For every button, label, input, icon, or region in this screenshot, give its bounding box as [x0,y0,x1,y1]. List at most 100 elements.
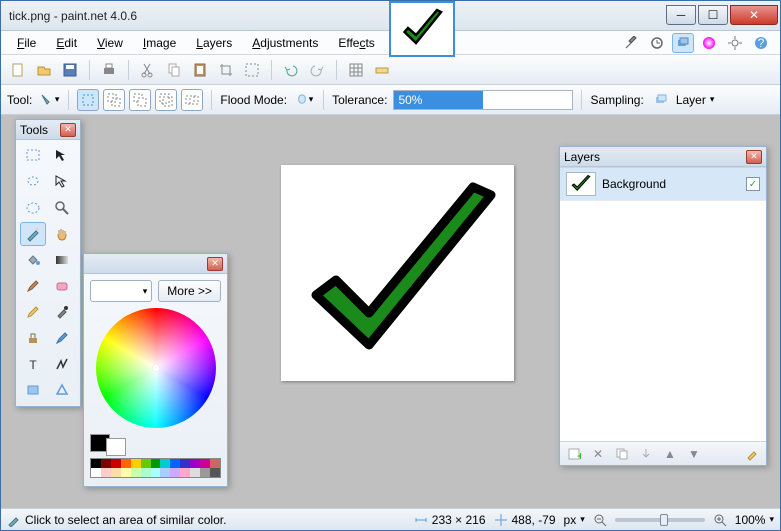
tools-window-toggle[interactable] [620,33,642,53]
tool-shape[interactable] [49,378,75,402]
palette-swatch[interactable] [111,468,121,477]
palette-swatch[interactable] [141,459,151,468]
open-button[interactable] [33,59,55,81]
document-thumbnail[interactable] [389,1,455,57]
crop-button[interactable] [215,59,237,81]
zoom-out-button[interactable] [593,513,607,527]
close-button[interactable]: ✕ [730,5,778,25]
selection-subtract[interactable] [129,89,151,111]
tool-pan[interactable] [49,222,75,246]
tool-gradient[interactable] [49,248,75,272]
selection-replace[interactable] [77,89,99,111]
tolerance-slider[interactable]: 50% [393,90,573,110]
palette-swatch[interactable] [180,459,190,468]
tool-recolor[interactable] [49,326,75,350]
palette-swatch[interactable] [131,468,141,477]
layers-panel[interactable]: Layers✕ Background ✓ + ✕ ▲ ▼ [559,146,767,466]
cut-button[interactable] [137,59,159,81]
tool-rect[interactable] [20,378,46,402]
layer-properties-button[interactable] [742,445,762,463]
menu-adjustments[interactable]: Adjustments [242,34,328,52]
tool-zoom[interactable] [49,196,75,220]
colors-window-toggle[interactable] [698,33,720,53]
selection-xor[interactable] [181,89,203,111]
ruler-button[interactable] [371,59,393,81]
palette-swatch[interactable] [210,459,220,468]
redo-button[interactable] [306,59,328,81]
palette-swatch[interactable] [101,468,111,477]
layers-panel-close[interactable]: ✕ [746,150,762,164]
paste-button[interactable] [189,59,211,81]
palette-swatch[interactable] [160,459,170,468]
copy-button[interactable] [163,59,185,81]
sampling-dropdown[interactable]: ▾ [710,94,715,105]
palette-swatch[interactable] [200,459,210,468]
undo-button[interactable] [280,59,302,81]
grid-button[interactable] [345,59,367,81]
history-window-toggle[interactable] [646,33,668,53]
new-button[interactable] [7,59,29,81]
color-palette[interactable] [90,458,221,478]
palette-swatch[interactable] [170,459,180,468]
layer-merge-button[interactable] [636,445,656,463]
minimize-button[interactable]: ─ [666,5,696,25]
palette-swatch[interactable] [121,468,131,477]
selection-add[interactable] [103,89,125,111]
print-button[interactable] [98,59,120,81]
help-icon[interactable]: ? [750,33,772,53]
tool-move-selection[interactable] [49,170,75,194]
palette-swatch[interactable] [91,468,101,477]
palette-swatch[interactable] [200,468,210,477]
tool-text[interactable]: T [20,352,46,376]
tool-bucket[interactable] [20,248,46,272]
menu-edit[interactable]: Edit [46,34,87,52]
zoom-slider[interactable] [615,518,705,522]
palette-swatch[interactable] [101,459,111,468]
units-dropdown[interactable]: px ▾ [564,513,585,527]
tool-lasso[interactable] [20,170,46,194]
palette-swatch[interactable] [131,459,141,468]
zoom-dropdown[interactable]: 100% ▾ [735,513,774,527]
tool-brush[interactable] [20,274,46,298]
palette-swatch[interactable] [170,468,180,477]
layer-add-button[interactable]: + [564,445,584,463]
palette-swatch[interactable] [121,459,131,468]
tool-rect-select[interactable] [20,144,46,168]
color-mode-dropdown[interactable]: ▾ [90,280,152,302]
tool-magic-wand[interactable] [20,222,46,246]
colors-panel[interactable]: ✕ ▾ More >> [83,253,228,487]
tool-color-picker[interactable] [49,300,75,324]
flood-mode-dropdown[interactable]: ▾ [293,89,315,111]
selection-intersect[interactable] [155,89,177,111]
palette-swatch[interactable] [91,459,101,468]
active-tool-dropdown[interactable]: ▾ [38,89,60,111]
layer-duplicate-button[interactable] [612,445,632,463]
palette-swatch[interactable] [141,468,151,477]
menu-effects[interactable]: Effects [328,34,384,52]
menu-layers[interactable]: Layers [186,34,242,52]
layer-visibility-checkbox[interactable]: ✓ [746,177,760,191]
zoom-in-button[interactable] [713,513,727,527]
palette-swatch[interactable] [210,468,220,477]
maximize-button[interactable]: ☐ [698,5,728,25]
settings-icon[interactable] [724,33,746,53]
menu-image[interactable]: Image [133,34,186,52]
palette-swatch[interactable] [190,468,200,477]
color-wheel[interactable] [96,308,216,428]
secondary-color-swatch[interactable] [106,438,126,456]
layer-up-button[interactable]: ▲ [660,445,680,463]
menu-file[interactable]: File [7,34,46,52]
menu-view[interactable]: View [87,34,133,52]
palette-swatch[interactable] [180,468,190,477]
palette-swatch[interactable] [190,459,200,468]
colors-more-button[interactable]: More >> [158,280,221,302]
palette-swatch[interactable] [151,459,161,468]
save-button[interactable] [59,59,81,81]
colors-panel-close[interactable]: ✕ [207,257,223,271]
palette-swatch[interactable] [111,459,121,468]
tool-pencil[interactable] [20,300,46,324]
layer-down-button[interactable]: ▼ [684,445,704,463]
layer-delete-button[interactable]: ✕ [588,445,608,463]
tool-clone-stamp[interactable] [20,326,46,350]
deselect-button[interactable] [241,59,263,81]
